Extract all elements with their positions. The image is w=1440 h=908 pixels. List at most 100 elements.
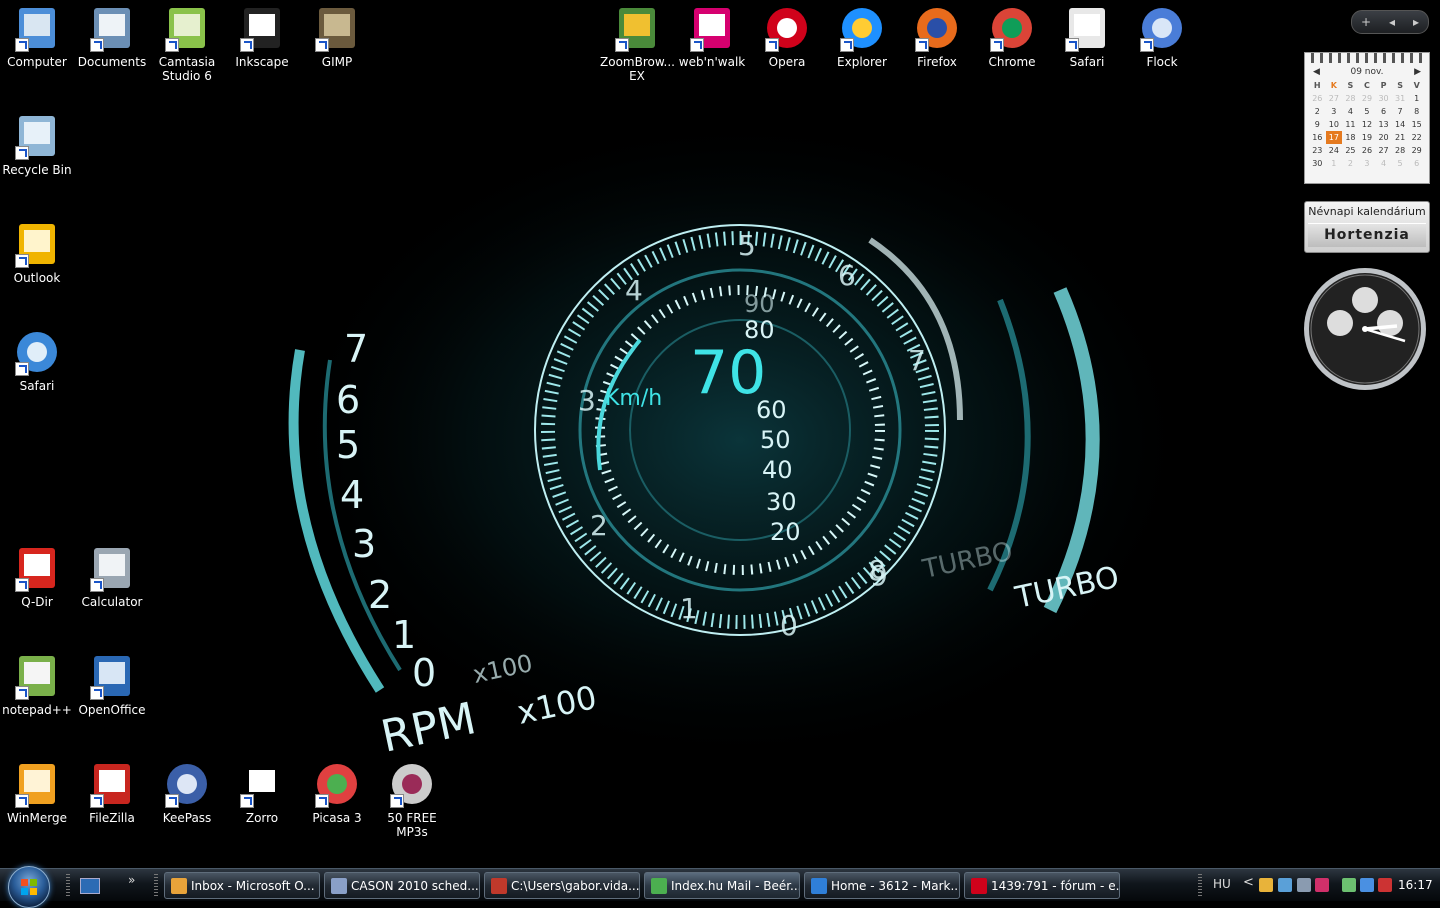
toolbar-grip-icon[interactable] <box>154 874 158 896</box>
show-desktop-icon[interactable] <box>80 878 100 894</box>
toolbar-grip-icon[interactable] <box>1198 874 1202 896</box>
desktop-icon-webnwalk[interactable]: web'n'walk <box>675 4 749 69</box>
clock-gadget[interactable] <box>1302 266 1428 392</box>
desktop-icon-picasa[interactable]: Picasa 3 <box>300 760 374 825</box>
calendar-day[interactable]: 10 <box>1326 118 1343 131</box>
desktop-icon-zoombrowser[interactable]: ZoomBrow... EX <box>600 4 675 83</box>
network-users-tray-icon[interactable] <box>1278 878 1292 892</box>
clock-time[interactable]: 16:17 <box>1398 878 1433 892</box>
tray-expand-button[interactable]: < <box>1243 875 1254 890</box>
calendar-day[interactable]: 5 <box>1359 105 1376 118</box>
sidebar-next-button[interactable]: ▸ <box>1413 15 1419 29</box>
desktop-icon-calculator[interactable]: Calculator <box>75 544 149 609</box>
desktop-icon-camtasia[interactable]: Camtasia Studio 6 <box>150 4 224 83</box>
speed-scale-number: 90 <box>744 290 775 318</box>
start-button[interactable] <box>8 866 50 908</box>
quicklaunch-more-button[interactable]: » <box>128 873 135 887</box>
calendar-day[interactable]: 26 <box>1309 92 1326 105</box>
taskbar-button[interactable]: Inbox - Microsoft O... <box>164 872 320 899</box>
calendar-day[interactable]: 9 <box>1309 118 1326 131</box>
calendar-day[interactable]: 22 <box>1408 131 1425 144</box>
messenger-tray-icon[interactable] <box>1259 878 1273 892</box>
calendar-day[interactable]: 20 <box>1375 131 1392 144</box>
calendar-day[interactable]: 26 <box>1359 144 1376 157</box>
desktop-icon-opera[interactable]: Opera <box>750 4 824 69</box>
phone-tray-icon[interactable] <box>1342 878 1356 892</box>
calendar-day[interactable]: 28 <box>1342 92 1359 105</box>
calendar-day[interactable]: 2 <box>1309 105 1326 118</box>
calendar-day[interactable]: 19 <box>1359 131 1376 144</box>
calendar-day[interactable]: 11 <box>1342 118 1359 131</box>
desktop-icon-winmerge[interactable]: WinMerge <box>0 760 74 825</box>
calendar-day[interactable]: 31 <box>1392 92 1409 105</box>
sidebar-prev-button[interactable]: ◂ <box>1389 15 1395 29</box>
taskbar-button[interactable]: 1439:791 - fórum - e... <box>964 872 1120 899</box>
calendar-day[interactable]: 21 <box>1392 131 1409 144</box>
app-tray-icon[interactable] <box>1315 878 1329 892</box>
calendar-day[interactable]: 23 <box>1309 144 1326 157</box>
desktop-icon-notepadpp[interactable]: notepad++ <box>0 652 74 717</box>
desktop-icon-openoffice[interactable]: OpenOffice <box>75 652 149 717</box>
calendar-day[interactable]: 4 <box>1375 157 1392 170</box>
calendar-day[interactable]: 27 <box>1375 144 1392 157</box>
calendar-day[interactable]: 30 <box>1309 157 1326 170</box>
desktop-icon-chrome[interactable]: Chrome <box>975 4 1049 69</box>
calendar-day[interactable]: 24 <box>1326 144 1343 157</box>
calendar-day[interactable]: 28 <box>1392 144 1409 157</box>
desktop-icon-safari-file[interactable]: Safari <box>1050 4 1124 69</box>
calendar-day[interactable]: 3 <box>1326 105 1343 118</box>
calendar-day[interactable]: 12 <box>1359 118 1376 131</box>
language-indicator[interactable]: HU <box>1213 877 1231 891</box>
desktop-icon-computer[interactable]: Computer <box>0 4 74 69</box>
calendar-day[interactable]: 30 <box>1375 92 1392 105</box>
toolbar-grip-icon[interactable] <box>66 874 70 896</box>
calendar-day[interactable]: 29 <box>1359 92 1376 105</box>
desktop-icon-firefox[interactable]: Firefox <box>900 4 974 69</box>
desktop-icon-inkscape[interactable]: Inkscape <box>225 4 299 69</box>
taskbar-button[interactable]: Home - 3612 - Mark... <box>804 872 960 899</box>
calendar-day[interactable]: 7 <box>1392 105 1409 118</box>
add-gadget-button[interactable]: + <box>1361 15 1371 29</box>
calendar-day[interactable]: 1 <box>1326 157 1343 170</box>
calendar-day[interactable]: 29 <box>1408 144 1425 157</box>
calendar-day[interactable]: 5 <box>1392 157 1409 170</box>
desktop-icon-outlook[interactable]: Outlook <box>0 220 74 285</box>
calendar-day[interactable]: 25 <box>1342 144 1359 157</box>
name-day-gadget[interactable]: Névnapi kalendárium Hortenzia <box>1304 201 1430 253</box>
desktop-icon-recycle-bin[interactable]: Recycle Bin <box>0 112 74 177</box>
taskbar-button[interactable]: C:\Users\gabor.vida... <box>484 872 640 899</box>
calendar-prev-icon[interactable]: ◀ <box>1313 67 1320 77</box>
desktop-icon-safari[interactable]: Safari <box>0 328 74 393</box>
desktop-icon-qdir[interactable]: Q-Dir <box>0 544 74 609</box>
desktop-icon-keepass[interactable]: KeePass <box>150 760 224 825</box>
calendar-day[interactable]: 15 <box>1408 118 1425 131</box>
calendar-gadget[interactable]: ◀ 09 nov. ▶ H K S C P S V 26 27 28 29 30 31 1 2 3 4 5 6 7 8 9… <box>1304 52 1430 184</box>
calendar-day[interactable]: 17 <box>1325 131 1343 144</box>
calendar-day[interactable]: 16 <box>1309 131 1326 144</box>
dial-number: 9 <box>870 559 888 592</box>
calendar-day[interactable]: 13 <box>1375 118 1392 131</box>
desktop-icon-filezilla[interactable]: FileZilla <box>75 760 149 825</box>
desktop-icon-flock[interactable]: Flock <box>1125 4 1199 69</box>
taskbar-button[interactable]: Index.hu Mail - Beér... <box>644 872 800 899</box>
calendar-day[interactable]: 4 <box>1342 105 1359 118</box>
calendar-day[interactable]: 18 <box>1342 131 1359 144</box>
calendar-day[interactable]: 14 <box>1392 118 1409 131</box>
desktop-icon-documents[interactable]: Documents <box>75 4 149 69</box>
network-tray-icon[interactable] <box>1360 878 1374 892</box>
desktop-icon-gimp[interactable]: GIMP <box>300 4 374 69</box>
calendar-day[interactable]: 2 <box>1342 157 1359 170</box>
desktop-icon-mp3[interactable]: 50 FREE MP3s <box>375 760 449 839</box>
taskbar-button[interactable]: CASON 2010 sched... <box>324 872 480 899</box>
calendar-day[interactable]: 6 <box>1375 105 1392 118</box>
device-tray-icon[interactable] <box>1297 878 1311 892</box>
calendar-day[interactable]: 1 <box>1408 92 1425 105</box>
desktop-icon-zorro[interactable]: Zorro <box>225 760 299 825</box>
calendar-next-icon[interactable]: ▶ <box>1414 67 1421 77</box>
volume-muted-icon[interactable] <box>1378 878 1392 892</box>
desktop-icon-internet-explorer[interactable]: Explorer <box>825 4 899 69</box>
calendar-day[interactable]: 3 <box>1359 157 1376 170</box>
calendar-day[interactable]: 27 <box>1326 92 1343 105</box>
calendar-day[interactable]: 8 <box>1408 105 1425 118</box>
calendar-day[interactable]: 6 <box>1408 157 1425 170</box>
